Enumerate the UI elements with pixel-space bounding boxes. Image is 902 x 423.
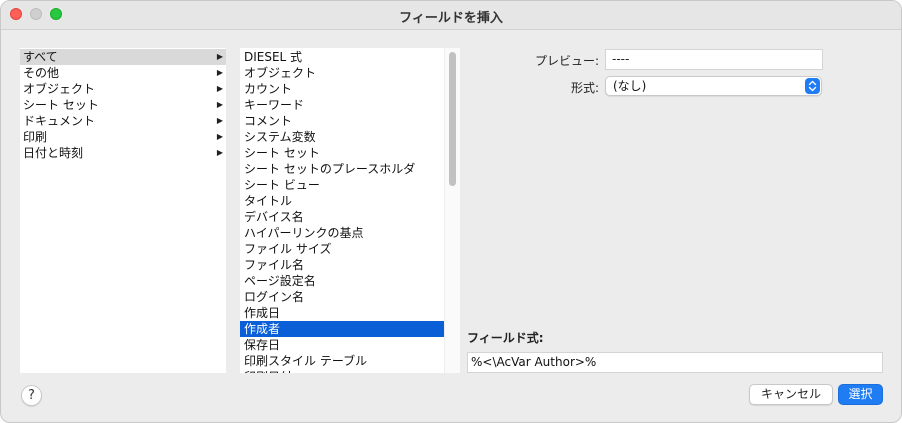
chevron-up-down-icon: [808, 80, 817, 92]
chevron-right-icon: ▶: [216, 68, 223, 77]
category-item-label: その他: [23, 66, 60, 80]
field-item-label: タイトル: [244, 194, 293, 208]
field-item-label: DIESEL 式: [244, 50, 303, 64]
category-item[interactable]: オブジェクト ▶: [20, 81, 226, 97]
field-item-label: キーワード: [244, 98, 305, 112]
category-item[interactable]: すべて ▶: [20, 49, 226, 65]
field-item[interactable]: 作成日: [240, 305, 445, 321]
format-label: 形式:: [570, 81, 599, 95]
category-item-label: すべて: [23, 50, 58, 64]
field-item[interactable]: ページ設定名: [240, 273, 445, 289]
insert-field-dialog: フィールドを挿入 すべて ▶ その他 ▶ オブジェクト ▶ シート セット ▶ ドキュメント ▶ 印…: [0, 0, 902, 423]
field-item[interactable]: ハイパーリンクの基点: [240, 225, 445, 241]
chevron-right-icon: ▶: [216, 132, 223, 141]
field-item[interactable]: ファイル名: [240, 257, 445, 273]
field-item-label: システム変数: [244, 130, 316, 144]
category-item-label: 印刷: [23, 130, 48, 144]
field-expression-field[interactable]: %<\AcVar Author>%: [467, 352, 883, 373]
window-title: フィールドを挿入: [399, 11, 503, 26]
field-item-label: 作成日: [244, 306, 281, 320]
select-button[interactable]: 選択: [838, 384, 883, 405]
field-item[interactable]: 印刷スタイル テーブル: [240, 353, 445, 369]
field-item-label: シート ビュー: [244, 178, 320, 192]
select-stepper[interactable]: [805, 78, 820, 94]
field-item-label: シート セットのプレースホルダ: [244, 162, 416, 176]
chevron-right-icon: ▶: [216, 84, 223, 93]
field-item-label: オブジェクト: [244, 66, 317, 80]
field-item[interactable]: シート ビュー: [240, 177, 445, 193]
field-item[interactable]: シート セットのプレースホルダ: [240, 161, 445, 177]
preview-label: プレビュー:: [534, 54, 599, 68]
field-item[interactable]: オブジェクト: [240, 65, 445, 81]
field-item[interactable]: 作成者: [240, 321, 445, 337]
field-list-scrollbar[interactable]: [444, 48, 460, 373]
field-item[interactable]: DIESEL 式: [240, 49, 445, 65]
field-item[interactable]: キーワード: [240, 97, 445, 113]
field-item-label: ハイパーリンクの基点: [244, 226, 364, 240]
category-item-label: ドキュメント: [23, 114, 96, 128]
title-bar: フィールドを挿入: [1, 1, 901, 30]
field-item-label: 印刷スタイル テーブル: [244, 354, 368, 368]
chevron-right-icon: ▶: [216, 100, 223, 109]
scrollbar-thumb[interactable]: [449, 52, 456, 186]
field-item[interactable]: 印刷日付: [240, 369, 445, 373]
field-item-label: ファイル名: [244, 258, 305, 272]
help-button[interactable]: ?: [21, 385, 42, 406]
category-item[interactable]: 印刷 ▶: [20, 129, 226, 145]
field-item[interactable]: カウント: [240, 81, 445, 97]
field-item-label: 印刷日付: [244, 369, 292, 373]
field-item[interactable]: 保存日: [240, 337, 445, 353]
field-item-label: シート セット: [244, 146, 320, 160]
field-item[interactable]: ファイル サイズ: [240, 241, 445, 257]
field-item[interactable]: コメント: [240, 113, 445, 129]
chevron-right-icon: ▶: [216, 52, 223, 61]
field-name-list: DIESEL 式オブジェクト カウント キーワード コメント システム変数 シート セット…: [240, 48, 460, 373]
field-item[interactable]: デバイス名: [240, 209, 445, 225]
field-expression-label: フィールド式:: [467, 331, 544, 345]
format-select[interactable]: (なし): [605, 76, 822, 96]
field-item[interactable]: システム変数: [240, 129, 445, 145]
field-item-label: 保存日: [244, 338, 281, 352]
cancel-button[interactable]: キャンセル: [749, 384, 833, 405]
field-item-label: デバイス名: [244, 210, 304, 224]
field-item-label: 作成者: [244, 322, 281, 336]
category-item-label: オブジェクト: [23, 82, 96, 96]
category-item-label: シート セット: [23, 98, 99, 112]
field-item[interactable]: タイトル: [240, 193, 445, 209]
field-item-label: ファイル サイズ: [244, 242, 332, 256]
field-item-label: ページ設定名: [244, 274, 316, 288]
category-item[interactable]: シート セット ▶: [20, 97, 226, 113]
field-item-label: コメント: [244, 114, 293, 128]
category-item[interactable]: その他 ▶: [20, 65, 226, 81]
category-item[interactable]: ドキュメント ▶: [20, 113, 226, 129]
category-item-label: 日付と時刻: [23, 146, 84, 160]
field-item[interactable]: シート セット: [240, 145, 445, 161]
field-item-label: カウント: [244, 82, 293, 96]
chevron-right-icon: ▶: [216, 148, 223, 157]
category-item[interactable]: 日付と時刻 ▶: [20, 145, 226, 161]
field-item[interactable]: ログイン名: [240, 289, 445, 305]
field-item-label: ログイン名: [244, 290, 305, 304]
format-select-value: (なし): [613, 79, 647, 93]
chevron-right-icon: ▶: [216, 116, 223, 125]
category-list: すべて ▶ その他 ▶ オブジェクト ▶ シート セット ▶ ドキュメント ▶ 印刷 ▶ 日付と時刻 ▶: [20, 48, 226, 373]
preview-value: ----: [605, 49, 823, 70]
